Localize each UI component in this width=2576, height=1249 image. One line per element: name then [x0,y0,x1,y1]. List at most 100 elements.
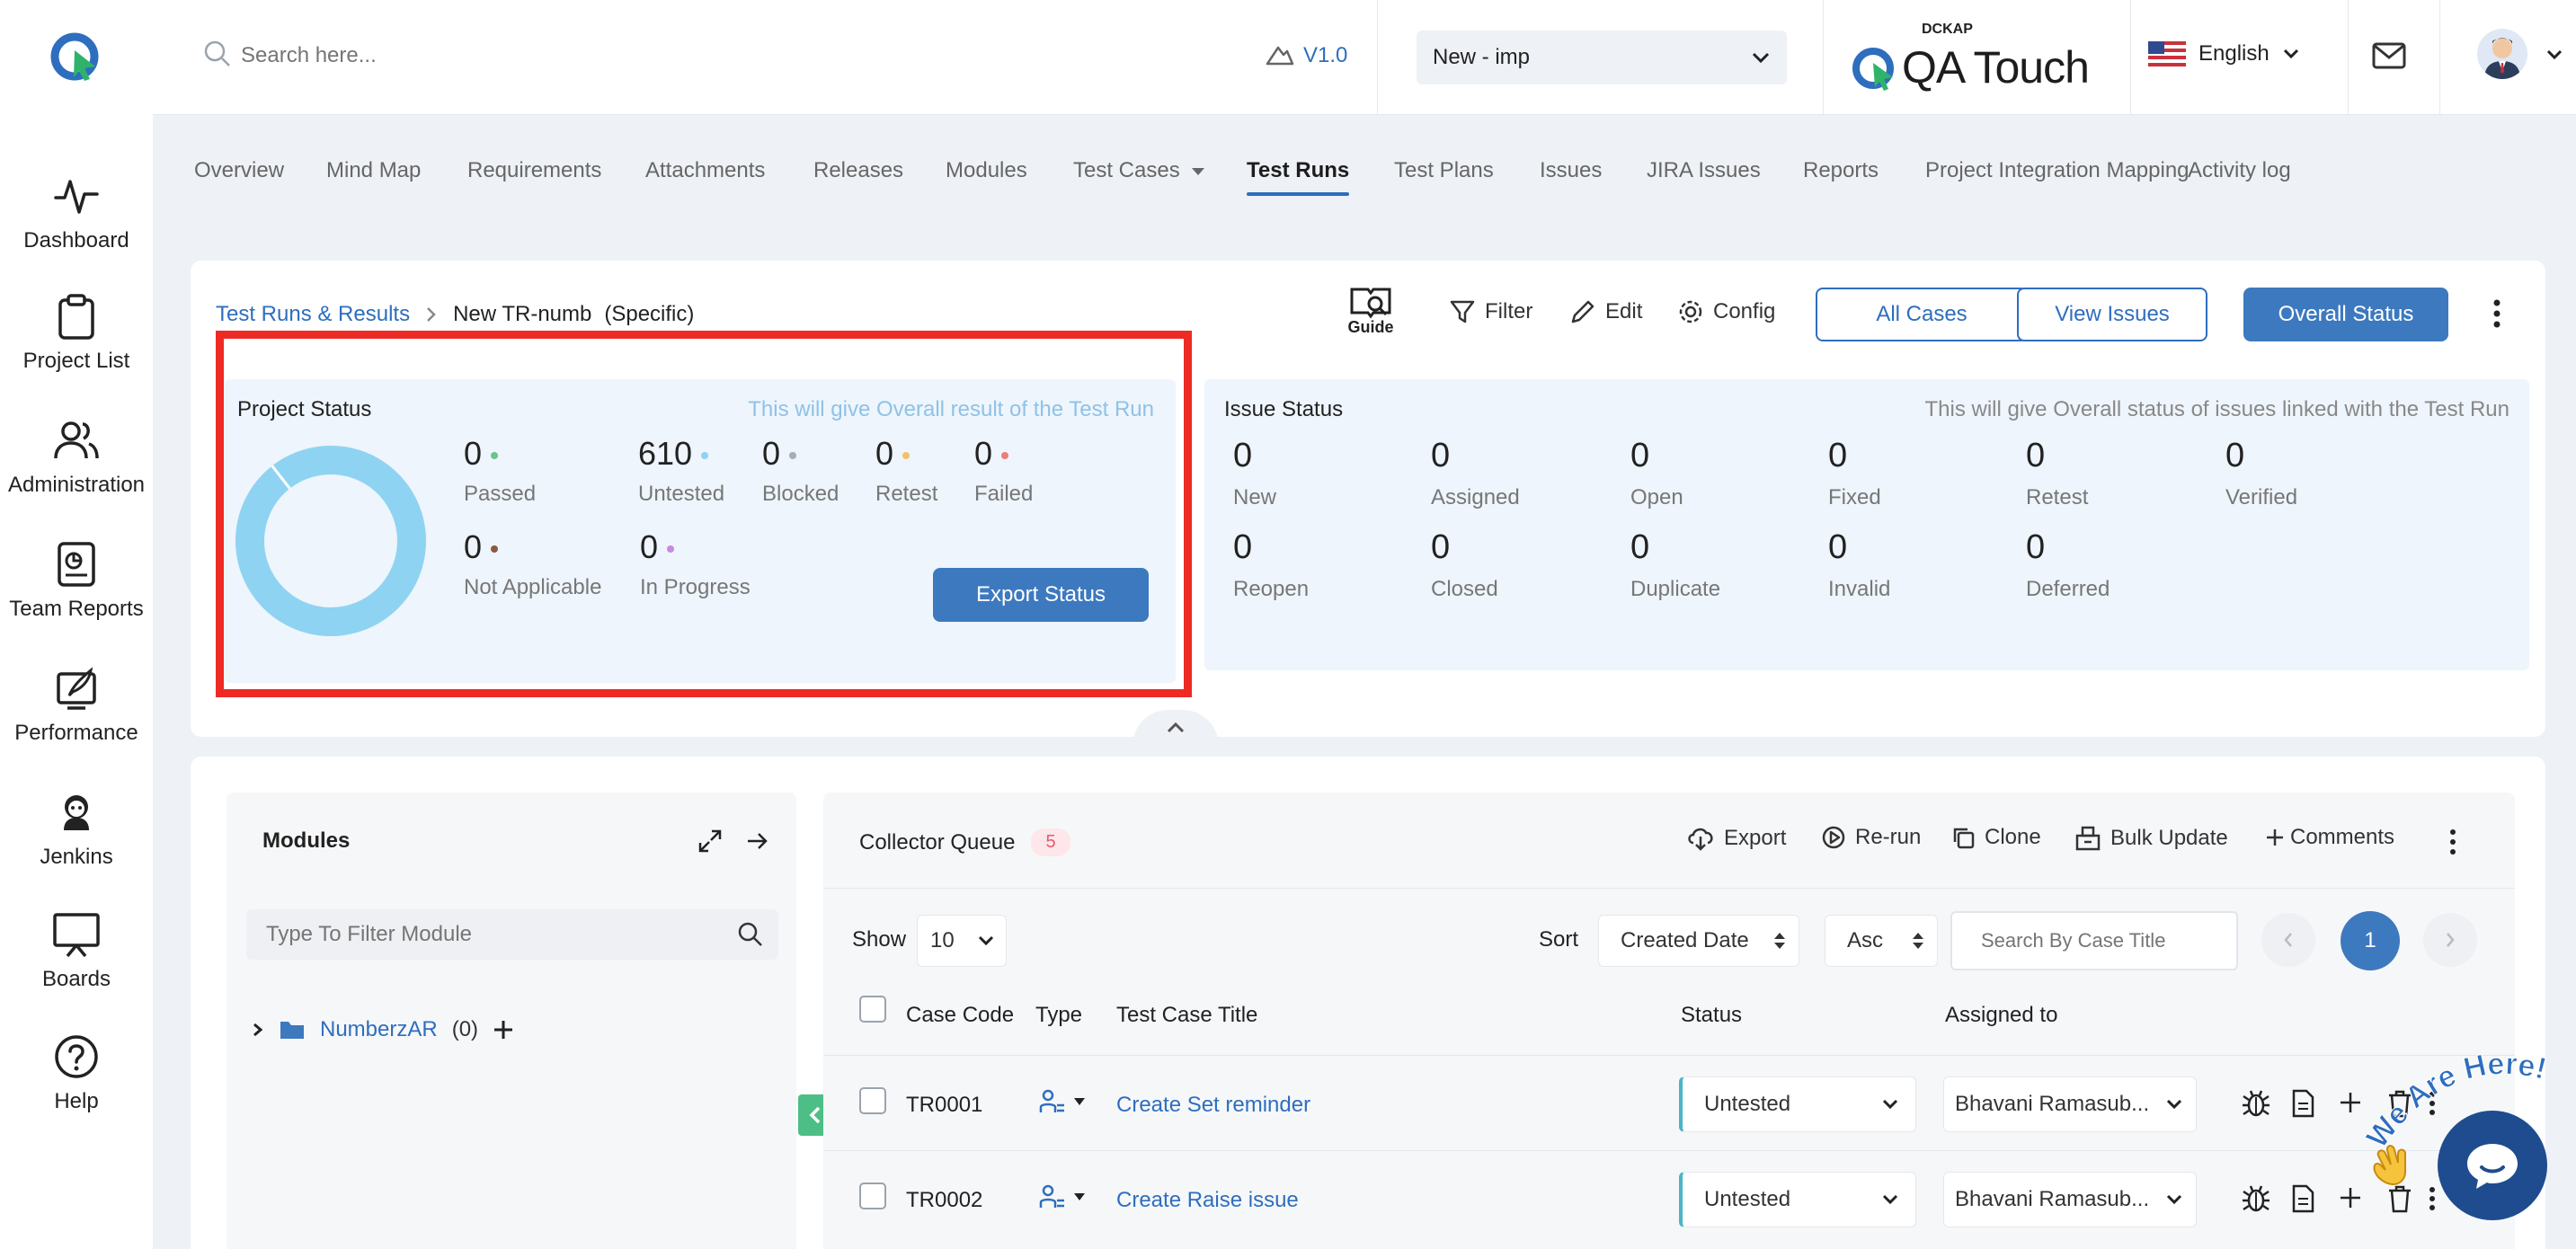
highlight-box [216,331,1192,697]
tab-project-integration-mapping[interactable]: Project Integration Mapping [1925,158,2190,183]
more-vertical-icon[interactable] [2448,828,2457,855]
edit-button[interactable]: Edit [1569,298,1642,325]
issue-reopen-value: 0 [1233,528,1253,566]
brand-small: DCKAP [1922,22,1973,37]
select-all-checkbox[interactable] [859,996,886,1023]
expand-icon[interactable] [697,828,723,854]
app-logo[interactable] [50,31,102,83]
issue-retest-value: 0 [2026,437,2046,474]
chevron-right-icon[interactable] [252,1022,264,1038]
column-header-assigned-to[interactable]: Assigned to [1945,1003,2057,1028]
breadcrumb-parent-link[interactable]: Test Runs & Results [216,302,410,327]
mail-icon[interactable] [2371,41,2407,70]
overall-status-button[interactable]: Overall Status [2243,288,2448,341]
project-select[interactable]: New - imp [1417,31,1787,84]
bug-icon[interactable] [2240,1087,2272,1120]
module-tree-item[interactable]: NumberzAR (0) [252,1017,514,1042]
guide-button[interactable]: Guide [1339,284,1402,337]
row-checkbox[interactable] [859,1087,886,1114]
tab-overview[interactable]: Overview [194,158,284,183]
column-header-title[interactable]: Test Case Title [1116,1003,1257,1028]
chevron-down-icon [2165,1193,2183,1206]
add-comments-button[interactable]: Comments [2265,825,2394,850]
status-select[interactable]: Untested [1679,1172,1916,1227]
document-icon[interactable] [2290,1089,2315,1118]
column-header-type[interactable]: Type [1035,1003,1082,1028]
assignee-select[interactable]: Bhavani Ramasub... [1943,1076,2197,1132]
document-icon[interactable] [2290,1184,2315,1213]
issue-duplicate-label: Duplicate [1630,577,1721,601]
module-name[interactable]: NumberzAR [320,1017,438,1042]
status-value: Untested [1704,1092,1791,1116]
tab-requirements[interactable]: Requirements [467,158,601,183]
column-header-status[interactable]: Status [1681,1003,1742,1028]
chevron-down-icon [1881,1098,1899,1111]
bug-icon[interactable] [2240,1183,2272,1215]
sidebar-item-team-reports[interactable]: Team Reports [0,537,153,622]
case-title-link[interactable]: Create Raise issue [1116,1188,1299,1213]
issue-open-label: Open [1630,485,1683,509]
show-label: Show [852,927,907,952]
case-type-dropdown[interactable] [1039,1184,1086,1209]
issue-verified-label: Verified [2225,485,2298,509]
breadcrumb-qualifier: (Specific) [604,302,695,326]
rerun-button[interactable]: Re-run [1821,825,1921,850]
sidebar-item-administration[interactable]: Administration [0,413,153,498]
tab-jira-issues[interactable]: JIRA Issues [1647,158,1761,183]
tab-issues[interactable]: Issues [1540,158,1602,183]
tab-reports[interactable]: Reports [1803,158,1879,183]
tab-releases[interactable]: Releases [813,158,903,183]
bulk-update-button[interactable]: Bulk Update [2074,825,2228,852]
case-type-dropdown[interactable] [1039,1089,1086,1114]
sort-order-select[interactable]: Asc [1825,915,1938,967]
chat-button[interactable] [2438,1111,2547,1220]
issue-invalid-value: 0 [1828,528,1848,566]
tab-attachments[interactable]: Attachments [645,158,765,183]
tab-activity-log[interactable]: Activity log [2188,158,2291,183]
gear-icon [1677,298,1704,325]
case-title-link[interactable]: Create Set reminder [1116,1093,1310,1118]
tab-test-runs[interactable]: Test Runs [1247,158,1350,196]
page-size-select[interactable]: 10 [917,915,1007,967]
search-icon[interactable] [737,921,764,948]
page-1-button[interactable]: 1 [2341,911,2400,970]
tab-test-cases[interactable]: Test Cases [1073,158,1205,183]
plus-icon[interactable] [493,1019,514,1041]
avatar[interactable] [2477,29,2527,79]
module-filter-input[interactable] [246,911,737,958]
sidebar-item-dashboard[interactable]: Dashboard [0,169,153,253]
chat-widget[interactable]: We Are Here! [2355,1042,2571,1249]
filter-button[interactable]: Filter [1449,298,1532,325]
search-input[interactable] [241,36,690,75]
sidebar-item-boards[interactable]: Boards [0,908,153,992]
status-select[interactable]: Untested [1679,1076,1916,1132]
sidebar-item-jenkins[interactable]: Jenkins [0,785,153,870]
arrow-right-icon[interactable] [746,830,769,852]
view-issues-button[interactable]: View Issues [2017,288,2207,341]
collector-queue-count-badge: 5 [1031,828,1070,856]
sort-field-select[interactable]: Created Date [1598,915,1799,967]
more-vertical-icon[interactable] [2492,298,2502,329]
tab-test-plans[interactable]: Test Plans [1394,158,1494,183]
column-header-case-code[interactable]: Case Code [906,1003,1014,1028]
play-circle-icon [1821,825,1846,850]
clipboard-icon [0,289,153,343]
version-badge[interactable]: V1.0 [1266,43,1347,68]
next-page-button[interactable] [2423,913,2477,967]
prev-page-button[interactable] [2261,913,2315,967]
tab-modules[interactable]: Modules [946,158,1027,183]
sidebar-item-help[interactable]: Help [0,1030,153,1114]
case-search-input[interactable] [1950,911,2238,970]
sidebar-item-project-list[interactable]: Project List [0,289,153,374]
clone-button[interactable]: Clone [1950,825,2041,850]
us-flag-icon [2148,41,2186,66]
all-cases-button[interactable]: All Cases [1816,288,2028,341]
tab-mind-map[interactable]: Mind Map [326,158,421,183]
chevron-down-icon[interactable] [2545,49,2563,61]
language-select[interactable]: English [2148,41,2300,66]
sidebar-item-performance[interactable]: Performance [0,661,153,746]
config-button[interactable]: Config [1677,298,1775,325]
row-checkbox[interactable] [859,1183,886,1209]
assignee-select[interactable]: Bhavani Ramasub... [1943,1172,2197,1227]
export-button[interactable]: Export [1686,825,1786,852]
